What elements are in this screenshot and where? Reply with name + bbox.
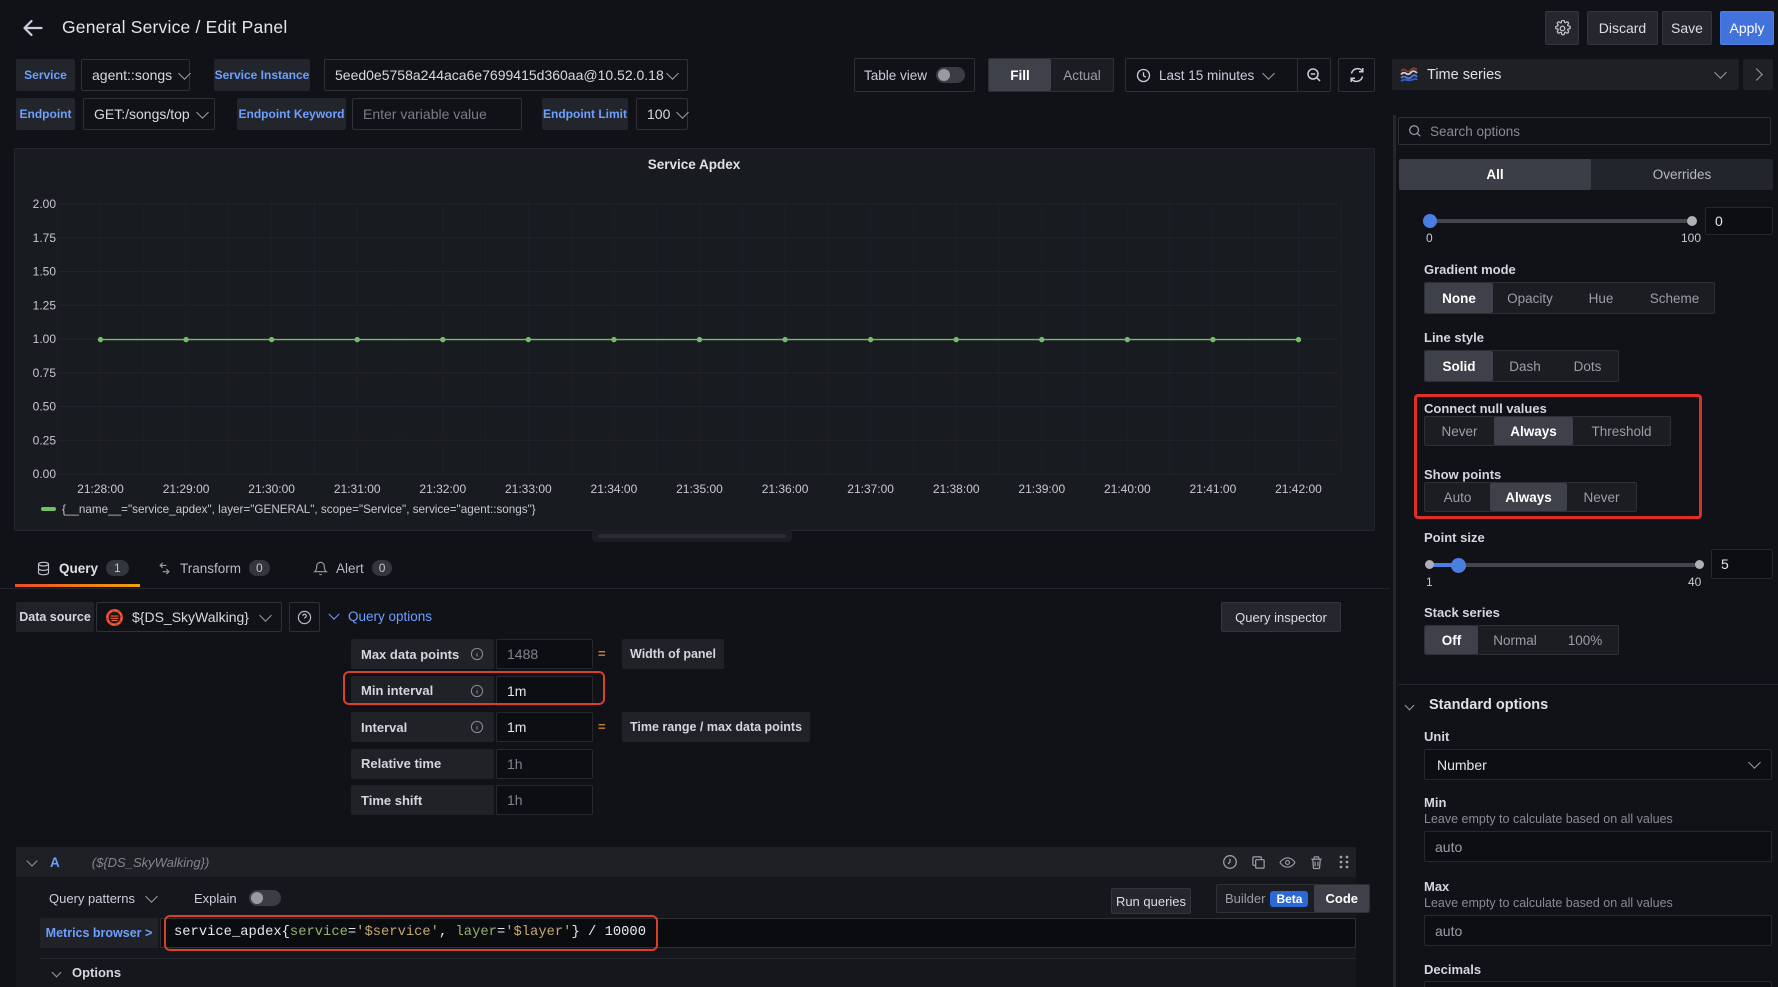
svg-text:1.25: 1.25 xyxy=(33,298,57,312)
svg-text:21:37:00: 21:37:00 xyxy=(847,482,894,496)
svg-text:1.75: 1.75 xyxy=(33,231,57,245)
svg-text:0.50: 0.50 xyxy=(33,400,57,414)
svg-text:21:34:00: 21:34:00 xyxy=(591,482,638,496)
svg-text:21:30:00: 21:30:00 xyxy=(248,482,295,496)
svg-text:0.00: 0.00 xyxy=(33,467,57,481)
svg-text:21:28:00: 21:28:00 xyxy=(77,482,124,496)
svg-text:21:33:00: 21:33:00 xyxy=(505,482,552,496)
svg-text:{__name__="service_apdex", lay: {__name__="service_apdex", layer="GENERA… xyxy=(62,503,536,516)
svg-text:0.25: 0.25 xyxy=(33,433,57,447)
svg-text:21:42:00: 21:42:00 xyxy=(1275,482,1322,496)
svg-text:21:36:00: 21:36:00 xyxy=(762,482,809,496)
svg-text:21:40:00: 21:40:00 xyxy=(1104,482,1151,496)
svg-text:0.75: 0.75 xyxy=(33,366,57,380)
svg-text:Service Apdex: Service Apdex xyxy=(648,157,741,172)
svg-text:21:29:00: 21:29:00 xyxy=(163,482,210,496)
svg-text:2.00: 2.00 xyxy=(33,197,57,211)
svg-text:1.50: 1.50 xyxy=(33,265,57,279)
svg-text:21:35:00: 21:35:00 xyxy=(676,482,723,496)
svg-text:21:39:00: 21:39:00 xyxy=(1018,482,1065,496)
svg-text:21:38:00: 21:38:00 xyxy=(933,482,980,496)
svg-text:1.00: 1.00 xyxy=(33,332,57,346)
svg-text:21:32:00: 21:32:00 xyxy=(419,482,466,496)
svg-text:21:41:00: 21:41:00 xyxy=(1190,482,1237,496)
svg-text:21:31:00: 21:31:00 xyxy=(334,482,381,496)
